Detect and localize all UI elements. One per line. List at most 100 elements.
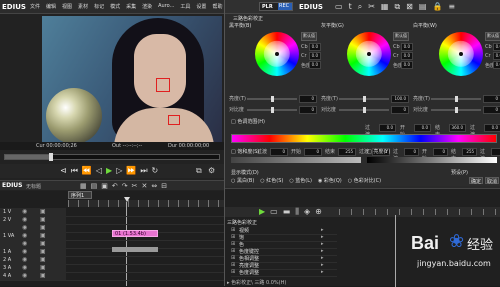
keyframe-toggle-icon[interactable]: ▸ <box>321 255 324 261</box>
slider-value[interactable]: 0 <box>483 106 500 114</box>
menu-item[interactable]: Auro... <box>158 3 174 11</box>
effect-tree-item[interactable]: ⊞ 色度调整 ▸ <box>231 269 337 277</box>
menu-item[interactable]: 文件 <box>30 3 40 11</box>
display-mode-radio[interactable]: ○ 蓝色(L) <box>289 177 312 184</box>
cut-icon[interactable]: ✂ <box>132 182 138 190</box>
new-icon[interactable]: ▭ <box>335 2 343 12</box>
menu-item[interactable]: 标记 <box>94 3 104 11</box>
loop-icon[interactable]: ↻ <box>152 166 159 176</box>
track-header[interactable]: 3 A ◉ ▣ <box>0 264 66 272</box>
menu-item[interactable]: 渲染 <box>142 3 152 11</box>
reset-button[interactable]: 默认值 <box>393 32 409 41</box>
color-wheel[interactable] <box>347 32 391 76</box>
slider-knob[interactable] <box>271 96 274 102</box>
slider-knob[interactable] <box>363 96 366 102</box>
keyframe-toggle-icon[interactable]: ▸ <box>321 241 324 247</box>
cancel-button[interactable]: 取消 <box>485 177 499 185</box>
menu-item[interactable]: 工具 <box>180 3 190 11</box>
slider-track[interactable] <box>339 107 389 113</box>
menu-item[interactable]: 帮助 <box>212 3 222 11</box>
track-lock-icon[interactable]: ▣ <box>40 216 46 223</box>
timeline-clip[interactable]: 01 (1.53.4b) <box>112 230 158 237</box>
wheel-handle[interactable] <box>275 52 279 56</box>
expand-icon[interactable]: ⊞ <box>231 234 235 240</box>
effect-playhead[interactable] <box>395 215 396 287</box>
mark-in-icon[interactable]: ⊲ <box>60 166 67 176</box>
effect-play-icon[interactable]: ▶ <box>259 207 265 217</box>
audio-clip[interactable] <box>112 247 158 252</box>
text-icon[interactable]: t <box>349 2 352 12</box>
slider-track[interactable] <box>247 96 297 102</box>
keyframe-toggle-icon[interactable]: ▸ <box>321 234 324 240</box>
undo-icon[interactable]: ↶ <box>112 182 118 190</box>
menu-item[interactable]: 采集 <box>126 3 136 11</box>
view-icon[interactable]: ▤ <box>419 2 427 12</box>
color-wheel[interactable] <box>255 32 299 76</box>
expand-icon[interactable]: ⊞ <box>231 227 235 233</box>
copy-icon[interactable]: ⧉ <box>394 2 400 12</box>
track-eye-icon[interactable]: ◉ <box>22 264 27 271</box>
ok-button[interactable]: 确定 <box>469 177 483 185</box>
keyframe-toggle-icon[interactable]: ▸ <box>321 269 324 275</box>
playhead-marker[interactable] <box>124 197 130 202</box>
track-header[interactable]: 2 V ◉ ▣ <box>0 216 66 224</box>
plr-rec-toggle[interactable]: PLR REC <box>259 2 293 11</box>
range-value[interactable]: 0 <box>432 148 449 156</box>
menu-item[interactable]: 编辑 <box>46 3 56 11</box>
track-header[interactable]: 1 VA ◉ ▣ <box>0 232 66 240</box>
range-value[interactable]: 0 <box>270 148 289 156</box>
track-lock-icon[interactable]: ▣ <box>40 248 46 255</box>
reset-button[interactable]: 默认值 <box>301 32 317 41</box>
slider-value[interactable]: 0 <box>483 95 500 103</box>
field-value[interactable]: 0.0 <box>493 43 500 51</box>
rewind-icon[interactable]: ⏪ <box>82 166 92 176</box>
lum-gradient-bar[interactable] <box>367 157 497 163</box>
expand-icon[interactable]: ⊞ <box>231 248 235 254</box>
slider-track[interactable] <box>431 107 481 113</box>
track-header[interactable]: 1 V ◉ ▣ <box>0 208 66 216</box>
track-eye-icon[interactable]: ◉ <box>22 232 27 239</box>
color-wheel[interactable] <box>439 32 483 76</box>
track-lock-icon[interactable]: ▣ <box>40 208 46 215</box>
slider-knob[interactable] <box>271 107 274 113</box>
track-header[interactable]: 1 A ◉ ▣ <box>0 248 66 256</box>
redo-icon[interactable]: ↷ <box>122 182 128 190</box>
range-value[interactable]: 255 <box>461 148 478 156</box>
slider-knob[interactable] <box>455 96 458 102</box>
reset-button[interactable]: 默认值 <box>485 32 500 41</box>
keyframe-toggle-icon[interactable]: ▸ <box>321 227 324 233</box>
track-eye-icon[interactable]: ◉ <box>22 208 27 215</box>
wheel-handle[interactable] <box>459 52 463 56</box>
field-value[interactable]: 0.0 <box>493 52 500 60</box>
slider-knob[interactable] <box>363 107 366 113</box>
sat-gradient-bar[interactable] <box>231 157 361 163</box>
range-value[interactable]: 0.0 <box>413 124 431 132</box>
delete-tool-icon[interactable]: ⊠ <box>406 2 413 12</box>
range-value[interactable]: 0.0 <box>483 124 500 132</box>
range-value[interactable]: 0 <box>490 148 500 156</box>
track-eye-icon[interactable]: ◉ <box>22 248 27 255</box>
keyframe-toggle-icon[interactable]: ▸ <box>321 262 324 268</box>
slider-track[interactable] <box>339 96 389 102</box>
next-edit-icon[interactable]: ⏭ <box>140 166 147 176</box>
new-sequence-icon[interactable]: ▦ <box>80 182 87 190</box>
sequence-tab[interactable]: 序列1 <box>68 191 92 199</box>
track-header[interactable]: 4 A ◉ ▣ <box>0 272 66 280</box>
ripple-icon[interactable]: ⇔ <box>151 182 157 190</box>
effect-add-icon[interactable]: ⊕ <box>315 207 322 217</box>
keyframe-toggle-icon[interactable]: ▸ <box>321 248 324 254</box>
settings-icon[interactable]: ⚙ <box>208 166 215 175</box>
track-eye-icon[interactable]: ◉ <box>22 240 27 247</box>
effect-key-icon[interactable]: ◈ <box>304 207 310 217</box>
track-lock-icon[interactable]: ▣ <box>40 272 46 279</box>
expand-icon[interactable]: ⊞ <box>231 241 235 247</box>
track-header[interactable]: 2 A ◉ ▣ <box>0 256 66 264</box>
track-header[interactable]: ◉ ▣ <box>0 224 66 232</box>
wheel-handle[interactable] <box>367 52 371 56</box>
range-value[interactable]: 0 <box>304 148 323 156</box>
menu-item[interactable]: 视图 <box>62 3 72 11</box>
expand-icon[interactable]: ⊞ <box>231 255 235 261</box>
display-mode-radio[interactable]: ○ 红色(S) <box>260 177 283 184</box>
display-mode-radio[interactable]: ○ 色彩对比(C) <box>348 177 381 184</box>
track-header[interactable]: ◉ ▣ <box>0 240 66 248</box>
